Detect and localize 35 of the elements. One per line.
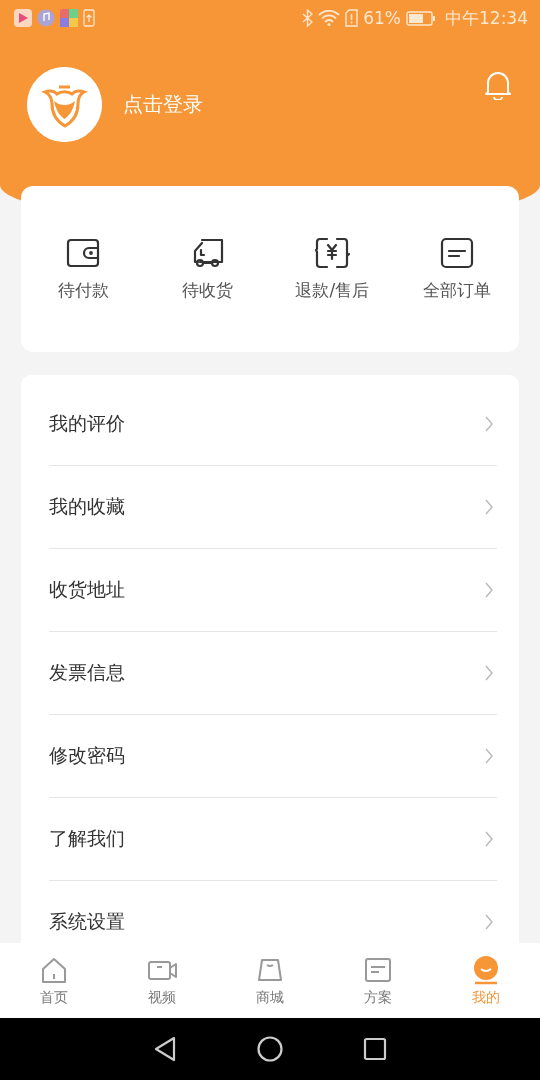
- smiley-icon: [471, 954, 501, 985]
- order-status-button[interactable]: 退款/售后: [270, 234, 395, 302]
- tab-bar-item[interactable]: 首页: [0, 943, 108, 1018]
- menu-item[interactable]: 修改密码: [49, 715, 497, 798]
- recent-apps-button[interactable]: [363, 1037, 387, 1061]
- notification-icon: [60, 9, 78, 27]
- menu-item[interactable]: 我的评价: [49, 383, 497, 466]
- order-status-button[interactable]: 全部订单: [394, 234, 519, 302]
- notification-icon: [37, 9, 55, 27]
- back-button[interactable]: [153, 1036, 177, 1062]
- notification-icon: [14, 9, 32, 27]
- menu-item[interactable]: 收货地址: [49, 549, 497, 632]
- chevron-right-icon: [485, 665, 493, 681]
- chevron-right-icon: [485, 831, 493, 847]
- sim-alert-icon: [345, 9, 359, 27]
- tab-bar-item[interactable]: 商城: [216, 943, 324, 1018]
- chevron-right-icon: [485, 914, 493, 930]
- wifi-icon: [318, 10, 341, 26]
- order-status-button[interactable]: 待付款: [21, 234, 146, 302]
- menu-item[interactable]: 我的收藏: [49, 466, 497, 549]
- tab-bar-item[interactable]: 视频: [108, 943, 216, 1018]
- menu-item[interactable]: 了解我们: [49, 798, 497, 881]
- chevron-right-icon: [485, 582, 493, 598]
- tab-bar-item[interactable]: 方案: [324, 943, 432, 1018]
- menu-item[interactable]: 发票信息: [49, 632, 497, 715]
- chevron-right-icon: [485, 416, 493, 432]
- order-status-button[interactable]: 待收货: [145, 234, 270, 302]
- battery-percent: 61%: [363, 8, 401, 28]
- chevron-right-icon: [485, 499, 493, 515]
- clock-time: 中午12:34: [445, 6, 528, 30]
- upload-icon: [83, 9, 95, 27]
- home-button[interactable]: [257, 1036, 283, 1062]
- bluetooth-icon: [302, 9, 314, 27]
- battery-icon: [406, 10, 436, 26]
- chevron-right-icon: [485, 748, 493, 764]
